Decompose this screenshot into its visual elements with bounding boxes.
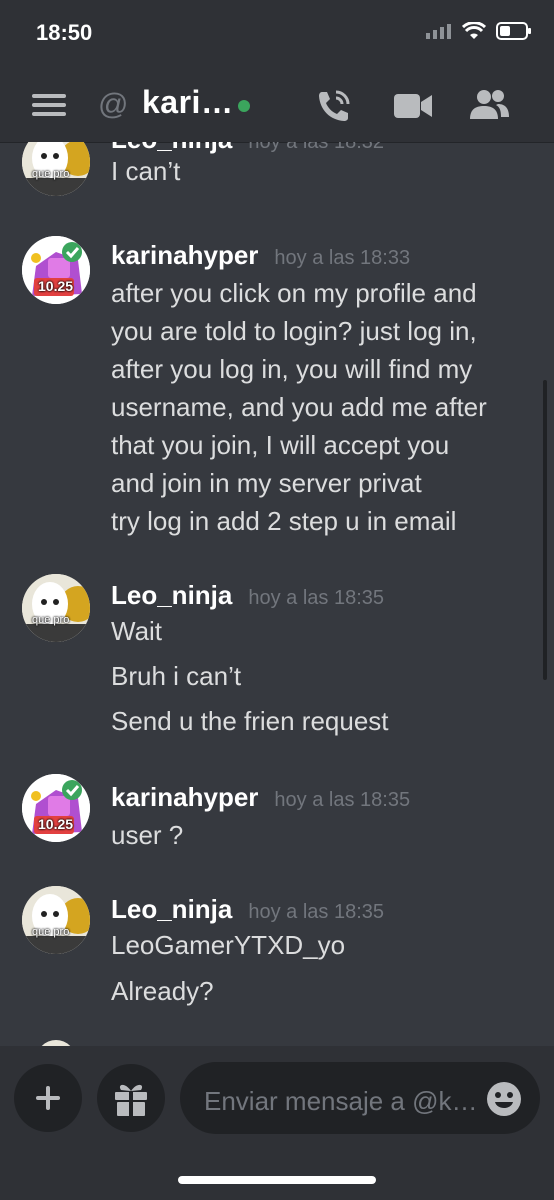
message-timestamp: hoy a las 18:35 — [248, 901, 385, 923]
message-text: Already? — [111, 976, 214, 1006]
author-name[interactable]: karinahyper — [111, 240, 258, 270]
status-time: 18:50 — [36, 20, 93, 45]
avatar[interactable]: 10.25 — [22, 236, 90, 304]
message-timestamp: hoy a las 18:33 — [274, 247, 411, 269]
message-text: username, and you add me after — [111, 392, 487, 422]
message-text: LeoGamerYTXD_yo — [111, 930, 346, 960]
message-group: 10.25 karinahyper hoy a las 18:35 user ? — [0, 774, 554, 854]
avatar-caption: 10.25 — [38, 278, 74, 294]
message-text: Bruh i can’t — [111, 661, 242, 691]
message-author[interactable]: Leo_ninja hoy a las 18:35 — [111, 894, 384, 925]
channel-header: @ kari… — [0, 68, 554, 142]
channel-title[interactable]: kari… — [142, 84, 233, 121]
message-group: que pro Leo_ninja hoy a las 18:35 Wait Br… — [0, 574, 554, 754]
author-name[interactable]: Leo_ninja — [111, 142, 232, 154]
message-text: Wait — [111, 616, 163, 646]
message-text: after you click on my profile and — [111, 278, 477, 308]
status-icons — [426, 22, 532, 40]
message-input-placeholder: Enviar mensaje a @k… — [204, 1086, 478, 1116]
message-author[interactable]: karinahyper hoy a las 18:35 — [111, 782, 410, 813]
video-call-icon[interactable] — [394, 92, 432, 120]
status-bar: 18:50 — [0, 0, 554, 68]
menu-icon[interactable] — [32, 92, 66, 118]
plus-icon — [36, 1086, 60, 1110]
message-text: you are told to login? just log in, — [111, 316, 477, 346]
message-timestamp: hoy a las 18:32 — [248, 142, 385, 153]
message-group: 10.25 karinahyper hoy a las 18:33 after y… — [0, 236, 554, 536]
message-author[interactable]: Leo_ninja hoy a las 18:32 — [111, 142, 384, 155]
message-text: Send u the frien request — [111, 706, 389, 736]
avatar-caption: que pro — [32, 926, 70, 938]
message-text: user ? — [111, 820, 184, 850]
call-icon[interactable] — [316, 88, 352, 124]
avatar-caption: 10.25 — [38, 816, 74, 832]
avatar-image — [22, 886, 90, 954]
signal-icon — [426, 24, 451, 39]
message-text: try log in add 2 step u in email — [111, 506, 457, 536]
avatar[interactable]: 10.25 — [22, 774, 90, 842]
avatar[interactable]: que pro — [22, 142, 90, 196]
battery-icon — [496, 22, 531, 40]
message-text: I can’t — [111, 156, 181, 186]
gift-button[interactable] — [97, 1064, 165, 1132]
message-group: que pro Leo_ninja hoy a las 18:32 I can’t — [0, 142, 554, 208]
message-timestamp: hoy a las 18:35 — [274, 789, 411, 811]
message-author[interactable]: Leo_ninja hoy a las 18:35 — [111, 580, 384, 611]
home-indicator — [178, 1176, 376, 1184]
wifi-icon — [462, 22, 486, 39]
message-text: after you log in, you will find my — [111, 354, 473, 384]
avatar[interactable]: que pro — [22, 886, 90, 954]
scrollbar[interactable] — [543, 380, 547, 680]
avatar[interactable]: que pro — [22, 574, 90, 642]
message-text: that you join, I will accept you — [111, 430, 450, 460]
at-icon: @ — [98, 88, 129, 121]
avatar-image — [22, 574, 90, 642]
emoji-icon[interactable] — [486, 1081, 522, 1117]
message-list[interactable]: que pro Leo_ninja hoy a las 18:32 I can’t… — [0, 142, 554, 1046]
message-author[interactable]: karinahyper hoy a las 18:33 — [111, 240, 410, 271]
avatar-caption: que pro — [32, 614, 70, 626]
author-name[interactable]: Leo_ninja — [111, 894, 232, 924]
members-icon[interactable] — [468, 88, 510, 120]
author-name[interactable]: Leo_ninja — [111, 580, 232, 610]
online-status-dot — [238, 100, 250, 112]
message-group: que pro Leo_ninja hoy a las 18:35 LeoGame… — [0, 886, 554, 1016]
add-attachment-button[interactable] — [14, 1064, 82, 1132]
avatar-caption: que pro — [32, 168, 70, 180]
gift-icon — [115, 1084, 147, 1116]
message-text: and join in my server privat — [111, 468, 422, 498]
message-timestamp: hoy a las 18:35 — [248, 587, 385, 609]
author-name[interactable]: karinahyper — [111, 782, 258, 812]
